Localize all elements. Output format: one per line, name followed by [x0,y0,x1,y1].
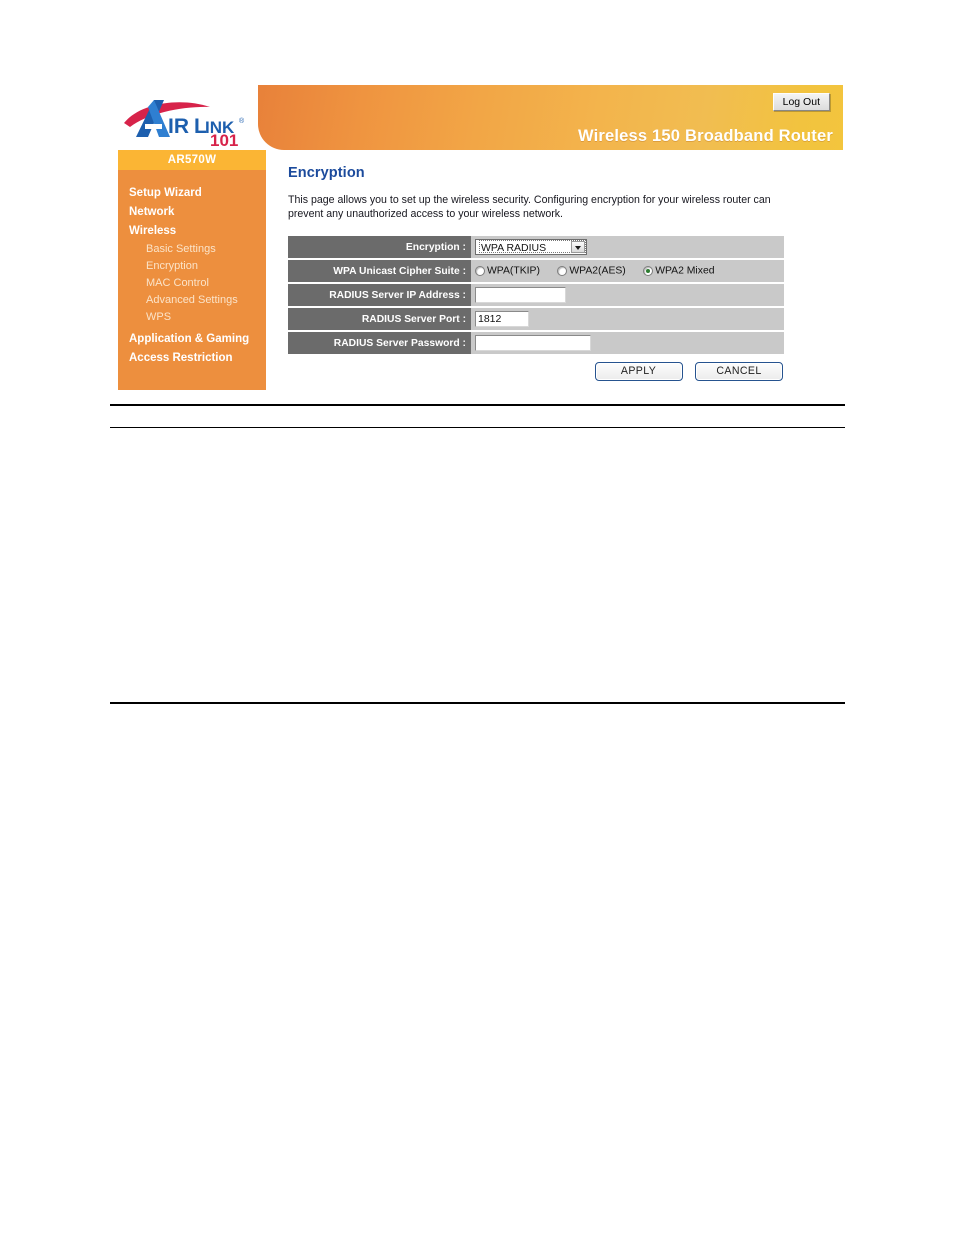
main-content: Encryption This page allows you to set u… [288,165,798,382]
radio-wpa2-mixed-label: WPA2 Mixed [655,265,715,277]
table-row: RADIUS Server IP Address : [288,284,784,307]
radius-server-password-input[interactable] [475,335,591,351]
cipher-suite-radio-group: WPA(TKIP) WPA2(AES) WPA2 Mixed [475,262,728,280]
radio-wpa-tkip[interactable]: WPA(TKIP) [475,262,540,280]
page-divider-bottom [110,702,845,705]
encryption-select[interactable]: WPA RADIUS [475,238,587,255]
svg-text:101: 101 [210,131,238,148]
sidebar-item-network[interactable]: Network [118,203,266,222]
chevron-down-icon[interactable] [571,240,585,253]
cipher-suite-label: WPA Unicast Cipher Suite : [288,260,471,283]
radius-port-value-cell [471,308,784,331]
radio-dot-icon[interactable] [475,266,485,276]
encryption-label: Encryption : [288,236,471,258]
airlink-logo: IR L INK ® 101 [118,93,260,148]
table-row: RADIUS Server Port : [288,308,784,331]
cancel-button[interactable]: CANCEL [695,362,783,382]
sidebar-item-access-restriction[interactable]: Access Restriction [118,349,266,368]
form-actions: APPLY CANCEL [288,361,784,382]
radius-ip-label: RADIUS Server IP Address : [288,284,471,307]
radio-wpa2-mixed[interactable]: WPA2 Mixed [643,262,715,280]
sidebar-item-application-gaming[interactable]: Application & Gaming [118,330,266,349]
table-row: RADIUS Server Password : [288,332,784,355]
page-title: Encryption [288,165,365,181]
radius-ip-value-cell [471,284,784,307]
page-divider-top-thin [110,427,845,429]
page-divider-top-thick [110,404,845,407]
encryption-select-value: WPA RADIUS [479,239,586,254]
sidebar-item-advanced-settings[interactable]: Advanced Settings [118,292,266,309]
radio-dot-icon[interactable] [557,266,568,276]
radio-dot-icon[interactable] [643,266,654,276]
document-page: IR L INK ® 101 Log Out Wireless 150 Broa… [0,0,954,1235]
logout-button[interactable]: Log Out [772,93,830,111]
table-row: WPA Unicast Cipher Suite : WPA(TKIP) WPA… [288,260,784,283]
radio-wpa-tkip-label: WPA(TKIP) [487,265,540,277]
sidebar-nav: Setup Wizard Network Wireless Basic Sett… [118,170,266,368]
header-banner: Log Out Wireless 150 Broadband Router [258,85,843,150]
sidebar-item-encryption[interactable]: Encryption [118,258,266,275]
router-admin-screenshot: IR L INK ® 101 Log Out Wireless 150 Broa… [110,85,850,390]
svg-text:IR: IR [168,115,189,138]
radio-wpa2-aes-label: WPA2(AES) [569,265,626,277]
sidebar-model-badge: AR570W [118,150,266,170]
apply-button[interactable]: APPLY [594,362,683,382]
radio-wpa2-aes[interactable]: WPA2(AES) [557,262,626,280]
radius-server-port-input[interactable] [475,311,529,327]
encryption-form-table: Encryption : WPA RADIUS WPA Unicast Ciph… [288,234,784,356]
product-title: Wireless 150 Broadband Router [577,127,833,145]
radius-password-label: RADIUS Server Password : [288,332,471,355]
encryption-value-cell: WPA RADIUS [471,236,784,258]
sidebar-item-wireless[interactable]: Wireless [118,222,266,241]
radius-port-label: RADIUS Server Port : [288,308,471,331]
svg-text:®: ® [239,117,245,125]
sidebar-item-setup-wizard[interactable]: Setup Wizard [118,184,266,203]
sidebar-item-basic-settings[interactable]: Basic Settings [118,241,266,258]
radius-server-ip-input[interactable] [475,287,566,303]
sidebar-item-wps[interactable]: WPS [118,309,266,326]
sidebar: AR570W Setup Wizard Network Wireless Bas… [118,150,266,390]
cipher-suite-value-cell: WPA(TKIP) WPA2(AES) WPA2 Mixed [471,260,784,283]
page-description: This page allows you to set up the wirel… [288,194,771,220]
radius-password-value-cell [471,332,784,355]
table-row: Encryption : WPA RADIUS [288,236,784,258]
sidebar-item-mac-control[interactable]: MAC Control [118,275,266,292]
